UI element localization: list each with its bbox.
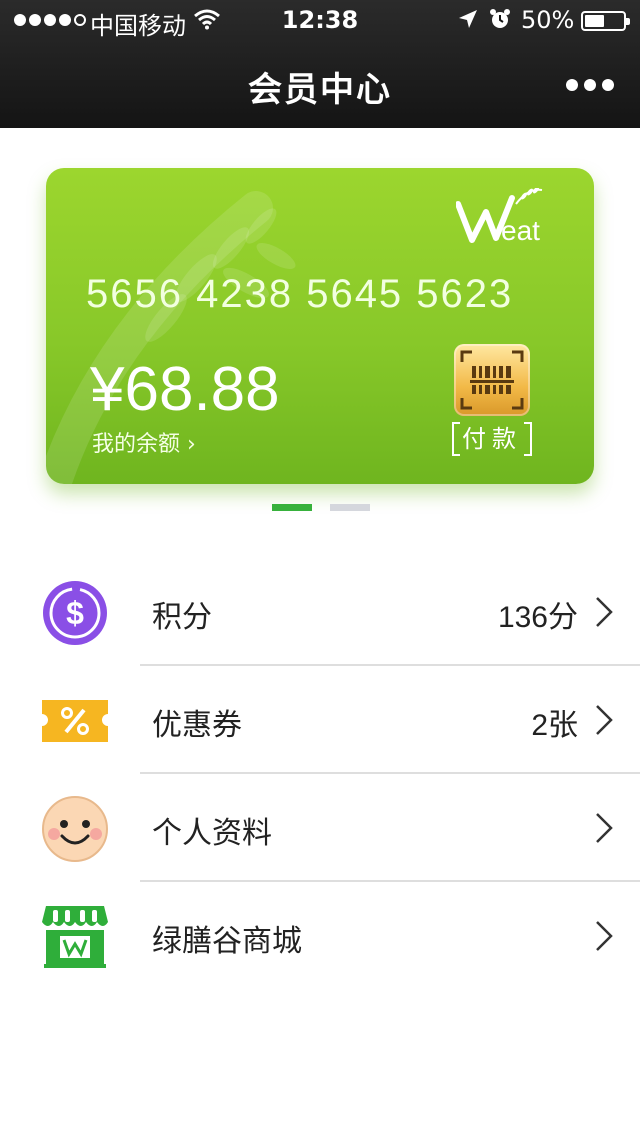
weat-logo: eat xyxy=(456,188,543,244)
menu-item-profile[interactable]: 个人资料 xyxy=(0,774,640,882)
pager-dot[interactable] xyxy=(330,504,370,511)
menu-item-value: 136分 xyxy=(497,601,578,634)
status-bar: 中国移动 12:38 50% xyxy=(0,0,640,40)
alarm-clock-icon xyxy=(490,9,510,28)
page-title: 会员中心 xyxy=(248,70,392,110)
card-pager[interactable] xyxy=(272,504,370,511)
chevron-right-icon xyxy=(596,705,613,735)
pay-label-text: 付款 xyxy=(462,425,522,453)
my-balance-link[interactable]: 我的余额 › xyxy=(92,426,196,458)
pay-barcode-button[interactable] xyxy=(454,344,530,416)
card-number: 5656 4238 5645 5623 xyxy=(86,272,514,316)
menu-item-coupons[interactable]: 优惠券 2张 xyxy=(0,666,640,774)
menu-item-shop[interactable]: 绿膳谷商城 xyxy=(0,882,640,990)
chevron-right-icon xyxy=(596,813,613,843)
pay-label[interactable]: 付款 xyxy=(452,422,532,456)
more-options-button[interactable] xyxy=(566,76,614,94)
top-bar: 中国移动 12:38 50% 会员中心 xyxy=(0,0,640,128)
battery-level-fill xyxy=(585,15,604,27)
more-dots-icon xyxy=(566,79,578,91)
balance-amount: ¥68.88 xyxy=(90,355,280,424)
membership-card[interactable]: eat 5656 4238 5645 5623 ¥68.88 我的余额 › 付款 xyxy=(46,168,594,484)
chevron-right-icon xyxy=(596,597,613,627)
pager-dot-active[interactable] xyxy=(272,504,312,511)
menu-item-points[interactable]: $ 积分 136分 xyxy=(0,558,640,666)
shop-icon xyxy=(42,906,108,968)
menu-item-label: 个人资料 xyxy=(152,816,272,851)
coupon-icon xyxy=(42,700,108,742)
member-menu-list: $ 积分 136分 优惠券 2张 个人资料 绿膳谷商城 xyxy=(0,558,640,990)
menu-item-label: 积分 xyxy=(152,600,212,635)
svg-text:$: $ xyxy=(66,595,84,631)
svg-text:eat: eat xyxy=(501,215,540,244)
chevron-right-icon xyxy=(596,921,613,951)
menu-item-label: 绿膳谷商城 xyxy=(152,924,302,959)
menu-item-value: 2张 xyxy=(531,709,578,742)
menu-item-label: 优惠券 xyxy=(152,708,242,743)
barcode-icon xyxy=(460,350,524,410)
battery-percentage: 50% xyxy=(521,6,575,34)
battery-icon xyxy=(581,11,630,31)
smiley-face-icon xyxy=(42,796,108,862)
dollar-coin-icon: $ xyxy=(43,581,107,645)
location-arrow-icon xyxy=(459,10,477,28)
